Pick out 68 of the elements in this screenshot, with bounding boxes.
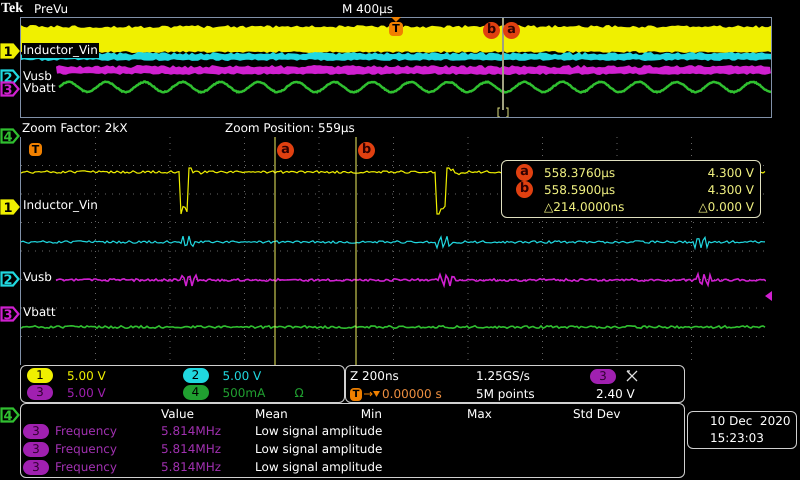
channel-marker[interactable]: 1 bbox=[0, 199, 20, 215]
column-header: Max bbox=[466, 406, 493, 423]
measurement-mean: Low signal amplitude bbox=[255, 459, 384, 476]
channel-label: Vusb bbox=[23, 270, 52, 285]
source-badge: 3 bbox=[23, 442, 49, 456]
cursor-marker: a bbox=[516, 164, 533, 181]
cursor-marker: a bbox=[503, 22, 520, 39]
measurement-value: 5.814MHz bbox=[161, 459, 222, 476]
source-badge: 3 bbox=[23, 460, 49, 474]
cursor-marker: b bbox=[358, 142, 375, 159]
channel-badge[interactable]: 1 bbox=[27, 368, 53, 383]
channel-marker[interactable]: 4 bbox=[0, 407, 20, 423]
trigger-level-icon bbox=[765, 291, 772, 301]
channel-label: Inductor_Vin bbox=[23, 198, 98, 213]
cursor-time: 558.3760µs bbox=[544, 164, 616, 182]
measurement-value: 5.814MHz bbox=[161, 423, 222, 440]
trigger-position: 0.00000 s bbox=[382, 386, 442, 403]
cursor-voltage: △0.000 V bbox=[697, 198, 754, 216]
measurement-name: Frequency bbox=[55, 459, 117, 476]
cursor-time: 558.5900µs bbox=[544, 182, 616, 198]
horizontal-scale: M 400µs bbox=[342, 0, 393, 18]
date: 10 Dec 2020 bbox=[710, 412, 792, 430]
channel-badge[interactable]: 2 bbox=[182, 368, 208, 383]
channel-marker[interactable]: 4 bbox=[0, 128, 20, 144]
column-header: Min bbox=[360, 406, 382, 423]
zoom-scale: Z 200ns bbox=[350, 368, 400, 385]
acquisition-mode: PreVu bbox=[34, 0, 70, 18]
impedance-symbol: Ω bbox=[294, 384, 304, 402]
arrow-icon bbox=[363, 389, 381, 399]
trigger-type-icon bbox=[626, 370, 638, 382]
channel-marker[interactable]: 3 bbox=[0, 81, 20, 97]
brand-logo: Tek bbox=[0, 0, 24, 18]
measurement-mean: Low signal amplitude bbox=[255, 441, 384, 458]
trigger-marker: T bbox=[29, 143, 42, 156]
zoom-position-line[interactable] bbox=[502, 18, 504, 110]
measurement-name: Frequency bbox=[55, 423, 117, 440]
channel-scale: 5.00 V bbox=[222, 368, 262, 384]
channel-scale: 5.00 V bbox=[67, 384, 107, 402]
column-header: Mean bbox=[255, 406, 289, 423]
trigger-level: 2.40 V bbox=[595, 386, 636, 403]
time: 15:23:03 bbox=[710, 430, 765, 446]
channel-label: Inductor_Vin bbox=[22, 43, 99, 58]
cursor-marker: b bbox=[516, 181, 533, 198]
cursor-time: △214.0000ns bbox=[544, 198, 626, 216]
channel-marker[interactable]: 1 bbox=[0, 43, 20, 59]
channel-scale: 500mA bbox=[222, 384, 266, 402]
channel-label: Vbatt bbox=[23, 305, 56, 320]
cursor-line[interactable] bbox=[274, 137, 276, 365]
cursor-marker: a bbox=[277, 142, 294, 159]
trigger-badge: T bbox=[350, 388, 362, 400]
measurement-mean: Low signal amplitude bbox=[255, 423, 384, 440]
source-badge: 3 bbox=[23, 424, 49, 438]
column-header: Value bbox=[161, 406, 195, 423]
cursor-voltage: 4.300 V bbox=[706, 182, 754, 198]
channel-scale: 5.00 V bbox=[67, 368, 107, 384]
zoom-position: Zoom Position: 559µs bbox=[225, 120, 355, 137]
channel-marker[interactable]: 2 bbox=[0, 271, 20, 287]
channel-badge[interactable]: 4 bbox=[182, 385, 208, 400]
cursor-voltage: 4.300 V bbox=[706, 164, 754, 182]
cursor-marker: b bbox=[483, 22, 500, 39]
bracket-icon bbox=[498, 108, 508, 117]
channel-marker[interactable]: 3 bbox=[0, 306, 20, 322]
column-header: Std Dev bbox=[573, 406, 622, 423]
sample-rate: 1.25GS/s bbox=[475, 368, 531, 385]
record-length: 5M points bbox=[475, 386, 536, 403]
measurement-name: Frequency bbox=[55, 441, 117, 458]
measurement-value: 5.814MHz bbox=[161, 441, 222, 458]
zoom-factor: Zoom Factor: 2kX bbox=[22, 120, 129, 137]
